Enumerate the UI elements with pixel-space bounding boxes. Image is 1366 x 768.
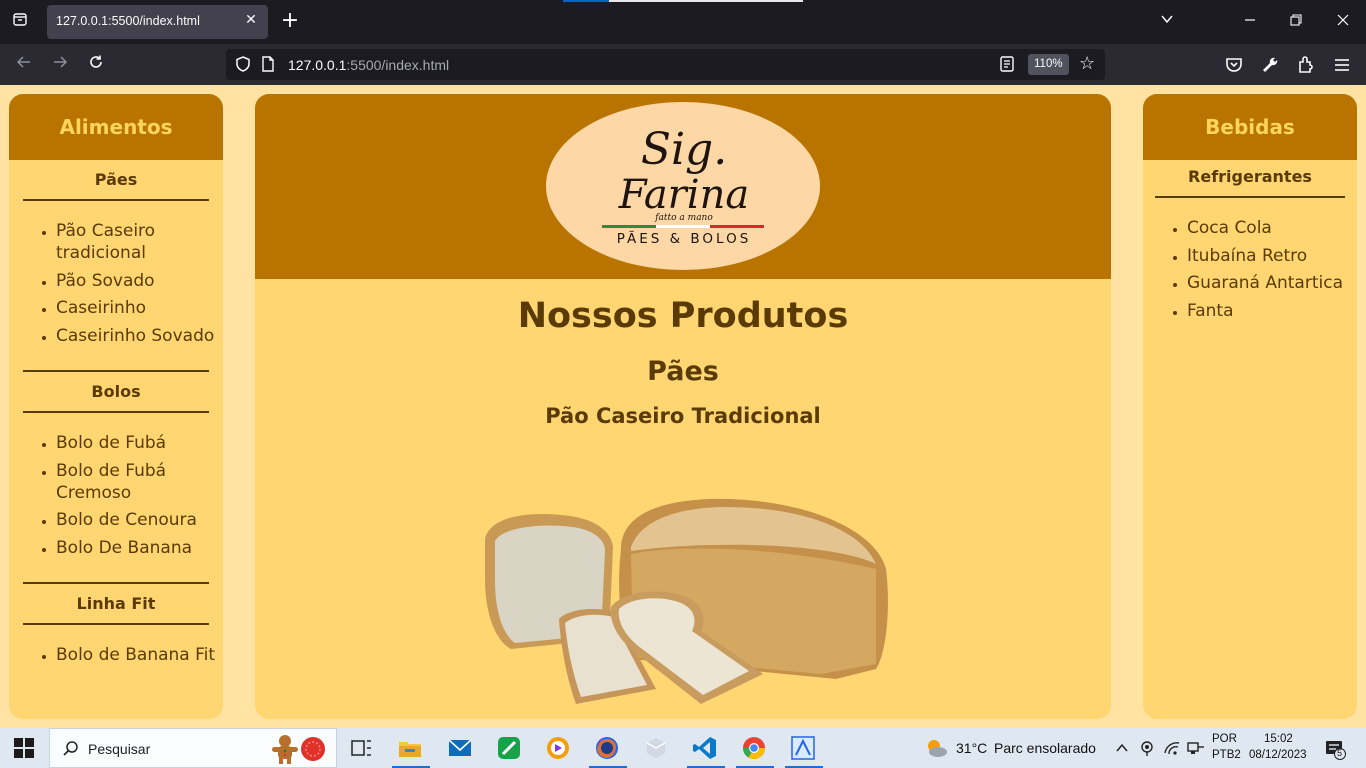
list-item[interactable]: Pão Caseiro tradicional	[56, 220, 223, 264]
sidebar-alimentos: Alimentos Pães Pão Caseiro tradicional P…	[9, 94, 223, 719]
svg-text:fatto a mano: fatto a mano	[654, 213, 713, 223]
keyboard-layout-indicator[interactable]: PTB2	[1212, 749, 1241, 761]
wrench-icon[interactable]	[1258, 53, 1282, 77]
browser-tab[interactable]: 127.0.0.1:5500/index.html ✕	[47, 5, 268, 39]
sig-farina-logo: Sig. Farina fatto a mano PÃES & BOLOS	[546, 102, 820, 270]
network-icon[interactable]	[1186, 739, 1206, 757]
restore-icon[interactable]	[1286, 12, 1306, 32]
tab-list-icon[interactable]	[6, 10, 34, 34]
category-title-bolos: Bolos	[91, 382, 141, 401]
browser-app-icon[interactable]	[544, 734, 572, 762]
browser-nav-bar: 127.0.0.1:5500/index.html 110% ☆	[0, 44, 1366, 85]
notifications-icon[interactable]	[1324, 738, 1346, 760]
main-content: Sig. Farina fatto a mano PÃES & BOLOS No…	[255, 94, 1111, 719]
list-all-tabs-icon[interactable]	[1157, 12, 1177, 32]
clock-date[interactable]: 08/12/2023	[1249, 749, 1307, 761]
list-item[interactable]: Fanta	[1187, 300, 1357, 322]
ornament-icon	[301, 737, 325, 761]
category-title-refrigerantes: Refrigerantes	[1188, 167, 1312, 186]
tab-close-icon[interactable]: ✕	[242, 12, 260, 28]
file-explorer-icon[interactable]	[396, 734, 424, 762]
menu-icon[interactable]	[1330, 53, 1354, 77]
sheets-app-icon[interactable]	[495, 734, 523, 762]
browser-tab-bar: 127.0.0.1:5500/index.html ✕ +	[0, 0, 1366, 44]
svg-text:Sig.: Sig.	[641, 124, 727, 175]
category-list-bolos: Bolo de Fubá Bolo de Fubá Cremoso Bolo d…	[9, 413, 223, 582]
list-item[interactable]: Itubaína Retro	[1187, 245, 1357, 267]
mail-icon[interactable]	[446, 734, 474, 762]
reader-view-icon[interactable]	[998, 55, 1016, 73]
page-icon[interactable]	[260, 55, 276, 73]
forward-icon[interactable]	[48, 53, 72, 77]
list-item[interactable]: Caseirinho Sovado	[56, 325, 223, 347]
category-list-paes: Pão Caseiro tradicional Pão Sovado Casei…	[9, 201, 223, 370]
category-title-paes: Pães	[94, 170, 138, 189]
list-item[interactable]: Pão Sovado	[56, 270, 223, 292]
weather-icon[interactable]	[924, 736, 948, 760]
section-heading: Pães	[647, 356, 719, 387]
task-view-icon[interactable]	[347, 734, 375, 762]
list-item[interactable]: Coca Cola	[1187, 217, 1357, 239]
windows-start-icon[interactable]	[14, 738, 34, 758]
search-placeholder: Pesquisar	[88, 741, 151, 757]
category-title-linha-fit: Linha Fit	[76, 594, 156, 613]
vscode-icon[interactable]	[691, 734, 719, 762]
web-page: Alimentos Pães Pão Caseiro tradicional P…	[0, 85, 1366, 728]
search-icon	[63, 741, 78, 756]
wifi-icon[interactable]	[1163, 739, 1181, 757]
sidebar-header: Bebidas	[1143, 94, 1357, 160]
weather-condition[interactable]: Parc ensolarado	[994, 740, 1096, 756]
list-item[interactable]: Bolo De Banana	[56, 537, 223, 559]
gingerbread-icon	[272, 735, 298, 764]
sidebar-title: Bebidas	[1205, 115, 1295, 139]
sidebar-title: Alimentos	[59, 115, 173, 139]
list-item[interactable]: Bolo de Banana Fit	[56, 644, 223, 666]
page-heading: Nossos Produtos	[517, 296, 849, 336]
taskbar-search-box[interactable]: Pesquisar	[49, 728, 337, 768]
bookmark-star-icon[interactable]: ☆	[1079, 53, 1095, 74]
product-heading: Pão Caseiro Tradicional	[545, 404, 821, 428]
list-item[interactable]: Guaraná Antartica	[1187, 272, 1357, 294]
list-item[interactable]: Bolo de Cenoura	[56, 509, 223, 531]
shield-icon[interactable]	[234, 55, 252, 73]
reload-icon[interactable]	[84, 53, 108, 77]
top-strip-accent	[563, 0, 609, 2]
list-item[interactable]: Caseirinho	[56, 297, 223, 319]
back-icon[interactable]	[12, 53, 36, 77]
header-banner: Sig. Farina fatto a mano PÃES & BOLOS	[255, 94, 1111, 279]
new-tab-icon[interactable]: +	[279, 9, 301, 33]
tab-title: 127.0.0.1:5500/index.html	[56, 14, 200, 28]
chrome-icon[interactable]	[740, 734, 768, 762]
svg-text:PÃES & BOLOS: PÃES & BOLOS	[617, 230, 752, 247]
svg-text:Farina: Farina	[618, 172, 749, 218]
clock-time[interactable]: 15:02	[1264, 733, 1293, 745]
minimize-icon[interactable]	[1240, 12, 1260, 32]
firefox-icon[interactable]	[593, 734, 621, 762]
language-indicator[interactable]: POR	[1212, 733, 1237, 745]
list-item[interactable]: Bolo de Fubá	[56, 432, 223, 454]
weather-temperature[interactable]: 31°C	[956, 740, 987, 756]
zoom-level-button[interactable]: 110%	[1028, 54, 1069, 75]
url-bar[interactable]: 127.0.0.1:5500/index.html 110% ☆	[226, 49, 1105, 80]
camera-icon[interactable]	[1139, 739, 1155, 757]
notification-count: 5	[1337, 748, 1343, 758]
design-app-icon[interactable]	[789, 734, 817, 762]
category-list-linha-fit: Bolo de Banana Fit	[9, 625, 223, 690]
url-text[interactable]: 127.0.0.1:5500/index.html	[288, 57, 449, 73]
pocket-icon[interactable]	[1222, 53, 1246, 77]
list-item[interactable]: Bolo de Fubá Cremoso	[56, 460, 223, 504]
close-window-icon[interactable]	[1333, 12, 1353, 32]
extensions-icon[interactable]	[1294, 53, 1318, 77]
category-list-refrigerantes: Coca Cola Itubaína Retro Guaraná Antarti…	[1143, 198, 1357, 345]
bread-image	[485, 498, 888, 704]
cube-app-icon[interactable]	[642, 734, 670, 762]
windows-taskbar: Pesquisar 31°C Parc ensolarado POR PTB2 …	[0, 728, 1366, 768]
chevron-up-icon[interactable]	[1115, 741, 1129, 755]
sidebar-header: Alimentos	[9, 94, 223, 160]
sidebar-bebidas: Bebidas Refrigerantes Coca Cola Itubaína…	[1143, 94, 1357, 719]
